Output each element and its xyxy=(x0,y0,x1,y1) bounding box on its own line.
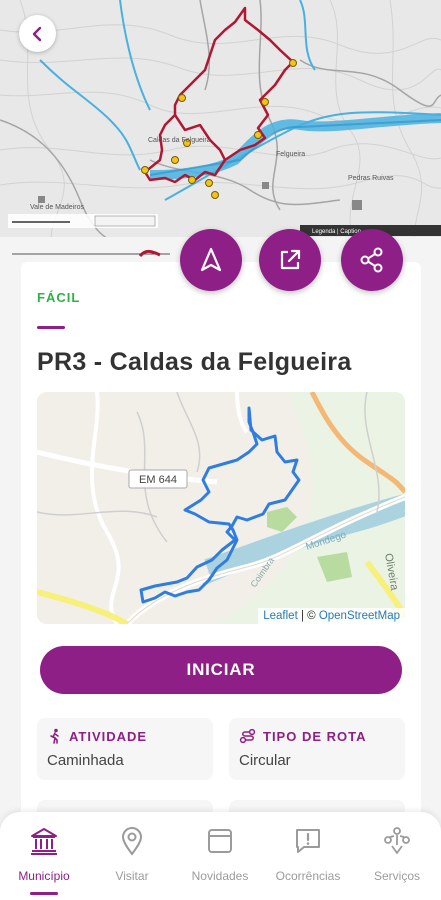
topo-place-pedras: Pedras Ruivas xyxy=(348,175,394,182)
route-preview-map[interactable]: EM 644 Mondego Oliveira Coimbra Leaflet … xyxy=(37,392,405,624)
back-button[interactable] xyxy=(19,15,56,52)
nav-label: Ocorrências xyxy=(275,869,341,883)
route-title: PR3 - Caldas da Felgueira xyxy=(37,348,352,376)
nav-tab-municipio[interactable]: Município xyxy=(0,812,88,900)
navigate-button[interactable] xyxy=(180,229,242,291)
share-icon xyxy=(360,247,383,273)
nav-label: Novidades xyxy=(191,869,249,883)
nav-label: Município xyxy=(18,869,70,883)
nav-tab-ocorrencias[interactable]: Ocorrências xyxy=(264,812,352,900)
location-pin-icon xyxy=(116,825,148,857)
active-tab-indicator xyxy=(30,892,58,895)
institution-icon xyxy=(28,825,60,857)
map-attribution: Leaflet | © OpenStreetMap xyxy=(258,608,405,624)
difficulty-badge: FÁCIL xyxy=(37,290,81,305)
activity-label: ATIVIDADE xyxy=(69,728,148,744)
external-link-icon xyxy=(280,249,301,270)
nav-label: Serviços xyxy=(373,869,420,883)
activity-info: ATIVIDADE Caminhada xyxy=(37,718,213,780)
services-icon xyxy=(381,825,413,857)
trail-detail-screen: Felgueira Caldas da Felgueira Vale de Ma… xyxy=(0,0,441,900)
map-road-label: EM 644 xyxy=(139,474,177,486)
nav-label: Visitar xyxy=(115,869,149,883)
share-button[interactable] xyxy=(341,229,403,291)
topo-place-felgueira: Felgueira xyxy=(276,151,305,158)
nav-tab-novidades[interactable]: Novidades xyxy=(176,812,264,900)
alert-message-icon xyxy=(292,825,324,857)
topographic-map[interactable]: Felgueira Caldas da Felgueira Vale de Ma… xyxy=(0,0,441,262)
chevron-left-icon xyxy=(32,26,41,41)
leaflet-link[interactable]: Leaflet xyxy=(263,610,298,622)
navigation-arrow-icon xyxy=(200,247,222,272)
news-icon xyxy=(204,825,236,857)
route-type-value: Circular xyxy=(239,752,291,769)
route-type-header: TIPO DE ROTA xyxy=(239,728,366,744)
nav-tab-visitar[interactable]: Visitar xyxy=(88,812,176,900)
activity-value: Caminhada xyxy=(47,752,124,769)
attribution-separator: | © xyxy=(297,610,319,622)
topo-place-caldas: Caldas da Felgueira xyxy=(148,137,211,144)
trail-card: FÁCIL PR3 - Caldas da Felgueira EM 644 M… xyxy=(21,262,421,822)
openstreetmap-link[interactable]: OpenStreetMap xyxy=(319,610,400,622)
start-route-button[interactable]: INICIAR xyxy=(40,646,402,694)
bottom-navigation: Município Visitar Novidades Ocorrências … xyxy=(0,812,441,900)
hiker-icon xyxy=(50,728,59,744)
nav-tab-servicos[interactable]: Serviços xyxy=(353,812,441,900)
route-type-icon xyxy=(239,728,256,744)
activity-header: ATIVIDADE xyxy=(47,728,147,744)
open-external-button[interactable] xyxy=(259,229,321,291)
route-type-label: TIPO DE ROTA xyxy=(263,728,367,744)
accent-divider xyxy=(37,326,65,329)
route-type-info: TIPO DE ROTA Circular xyxy=(229,718,405,780)
topo-place-vale: Vale de Madeiros xyxy=(30,204,84,211)
